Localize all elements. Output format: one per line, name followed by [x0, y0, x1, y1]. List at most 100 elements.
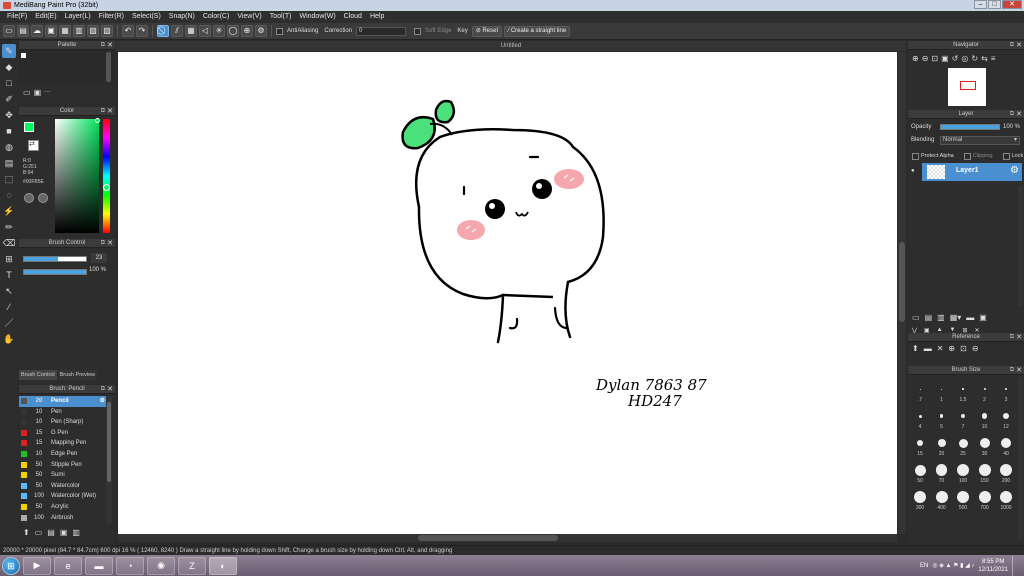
minimize-button[interactable]: – — [974, 0, 987, 9]
brush-size-option[interactable]: 100 — [953, 462, 973, 488]
foreground-color-swatch[interactable] — [24, 122, 34, 132]
brush-delete-icon[interactable]: ▥ — [72, 528, 80, 540]
layer-row[interactable]: Layer1 ⚙ — [922, 163, 1022, 181]
brush-size-option[interactable]: 30 — [975, 435, 995, 461]
menu-color[interactable]: Color(C) — [199, 11, 233, 23]
internet-explorer-icon[interactable]: e — [54, 556, 82, 575]
close-icon[interactable]: ✕ — [107, 239, 113, 248]
reference-fit-icon[interactable]: ⊡ — [960, 344, 967, 356]
save-icon[interactable]: ▣ — [45, 25, 57, 37]
canvas[interactable]: Dylan 7863 87 HD247 — [118, 52, 897, 534]
brush-copy-icon[interactable]: ▣ — [60, 528, 68, 540]
menu-help[interactable]: Help — [366, 11, 388, 23]
brush-item[interactable]: 15 G Pen — [19, 428, 107, 439]
brush-item[interactable]: 50 Stipple Pen — [19, 460, 107, 471]
delete-color-icon[interactable]: ▣ — [34, 88, 42, 97]
lasso-tool-icon[interactable]: ◌ — [2, 188, 16, 202]
brush-size-option[interactable]: 300 — [910, 489, 930, 515]
maximize-button[interactable]: □ — [988, 0, 1001, 9]
medibang-icon[interactable]: ◐ — [209, 556, 237, 575]
protect-alpha-checkbox[interactable] — [912, 152, 919, 160]
menu-tool[interactable]: Tool(T) — [266, 11, 296, 23]
brush-list-scroll-thumb[interactable] — [107, 402, 111, 482]
menu-window[interactable]: Window(W) — [295, 11, 339, 23]
swap-colors-icon[interactable]: ⇄ — [29, 140, 38, 149]
layer-duplicate-icon[interactable]: ▣ — [979, 313, 987, 325]
hue-slider[interactable] — [103, 119, 110, 233]
close-icon[interactable]: ✕ — [1016, 41, 1022, 50]
brush-opacity-slider[interactable] — [23, 269, 87, 275]
open-file-icon[interactable]: ▤ — [17, 25, 29, 37]
add-brush-icon[interactable]: ⬆ — [23, 528, 30, 540]
brush-size-option[interactable]: 500 — [953, 489, 973, 515]
layer-add-menu-icon[interactable]: ▦▾ — [950, 313, 962, 325]
blending-select[interactable]: Normal ▾ — [940, 136, 1020, 145]
start-button[interactable]: ⊞ — [2, 556, 20, 575]
language-indicator[interactable]: EN — [920, 563, 928, 569]
brush-size-option[interactable]: 2 — [975, 381, 995, 407]
close-icon[interactable]: ✕ — [1016, 333, 1022, 342]
reset-button[interactable]: ⊘ Reset — [471, 25, 503, 37]
brush-size-option[interactable]: 200 — [996, 462, 1016, 488]
snap-circle-icon[interactable]: ◯ — [227, 25, 239, 37]
lock-checkbox[interactable] — [1002, 152, 1010, 160]
snap-settings-icon[interactable]: ⚙ — [255, 25, 267, 37]
brush-size-option[interactable]: 1.5 — [953, 381, 973, 407]
layer-settings-icon[interactable]: ⚙ — [1010, 165, 1019, 176]
close-icon[interactable]: ✕ — [107, 41, 113, 50]
reference-zoom-in-icon[interactable]: ⊕ — [948, 344, 955, 356]
canvas-vertical-scrollbar[interactable] — [898, 52, 906, 534]
tab-brush-preview[interactable]: Brush Preview — [57, 370, 98, 380]
undock-icon[interactable]: ⧉ — [1010, 41, 1014, 50]
close-button[interactable]: ✕ — [1002, 0, 1022, 9]
brush-size-option[interactable]: 400 — [932, 489, 952, 515]
brush-size-option[interactable]: 1 — [932, 381, 952, 407]
layer-visibility-icon[interactable]: ● — [911, 168, 915, 174]
clock[interactable]: 8:55 PM 12/11/2021 — [978, 558, 1008, 574]
menu-edit[interactable]: Edit(E) — [31, 11, 60, 23]
tab-brush-control[interactable]: Brush Control — [19, 370, 57, 380]
fit-icon[interactable]: ⊡ — [931, 54, 938, 63]
menu-view[interactable]: View(V) — [233, 11, 265, 23]
straight-line-button[interactable]: ⁄ Create a straight line — [504, 25, 571, 37]
new-halftone-layer-icon[interactable]: ▤ — [925, 313, 933, 325]
undock-icon[interactable]: ⧉ — [1010, 110, 1014, 119]
brush-item[interactable]: 100 Watercolor (Wet) — [19, 491, 107, 502]
soft-edge-checkbox[interactable] — [414, 27, 422, 35]
cloud-icon[interactable]: ☁ — [31, 25, 43, 37]
actual-size-icon[interactable]: ▣ — [941, 54, 949, 63]
palette-swatch[interactable] — [21, 53, 26, 58]
close-icon[interactable]: ✕ — [1016, 366, 1022, 375]
brush-item[interactable]: 10 Pen (Sharp) — [19, 417, 107, 428]
menu-layer[interactable]: Layer(L) — [61, 11, 95, 23]
scroll-thumb[interactable] — [418, 535, 558, 541]
navigator-menu-icon[interactable]: ≡ — [991, 54, 996, 63]
brush-item[interactable]: 50 Watercolor — [19, 481, 107, 492]
undock-icon[interactable]: ⧉ — [101, 239, 105, 248]
brush-size-option[interactable]: 3 — [996, 381, 1016, 407]
snap-radial-icon[interactable]: ✳ — [213, 25, 225, 37]
undock-icon[interactable]: ⧉ — [1010, 366, 1014, 375]
move-tool-icon[interactable]: ✥ — [2, 108, 16, 122]
layer-folder-icon[interactable]: ▬ — [966, 313, 974, 325]
text-tool-icon[interactable]: T — [2, 268, 16, 282]
snap-grid-icon[interactable]: ▦ — [185, 25, 197, 37]
scroll-thumb[interactable] — [899, 242, 905, 322]
layout-icon[interactable]: ▧ — [87, 25, 99, 37]
zoom-out-icon[interactable]: ⊖ — [922, 54, 929, 63]
select-eraser-icon[interactable]: ⌫ — [2, 236, 16, 250]
undock-icon[interactable]: ⧉ — [101, 41, 105, 50]
layer-opacity-slider[interactable] — [940, 124, 1000, 130]
brush-settings-icon[interactable]: ⚙ — [100, 396, 105, 407]
undock-icon[interactable]: ⧉ — [101, 107, 105, 116]
rotate-right-icon[interactable]: ↻ — [971, 54, 978, 63]
reference-close-icon[interactable]: ✕ — [937, 344, 944, 356]
hand-tool-icon[interactable]: ✋ — [2, 332, 16, 346]
saturation-value-picker[interactable] — [55, 119, 99, 233]
magic-wand-icon[interactable]: ⚡ — [2, 204, 16, 218]
eyedropper-icon[interactable]: ⁄ — [2, 300, 16, 314]
divide-tool-icon[interactable]: ⊞ — [2, 252, 16, 266]
close-icon[interactable]: ✕ — [107, 107, 113, 116]
brush-size-option[interactable]: 1000 — [996, 489, 1016, 515]
redo-icon[interactable]: ↷ — [136, 25, 148, 37]
